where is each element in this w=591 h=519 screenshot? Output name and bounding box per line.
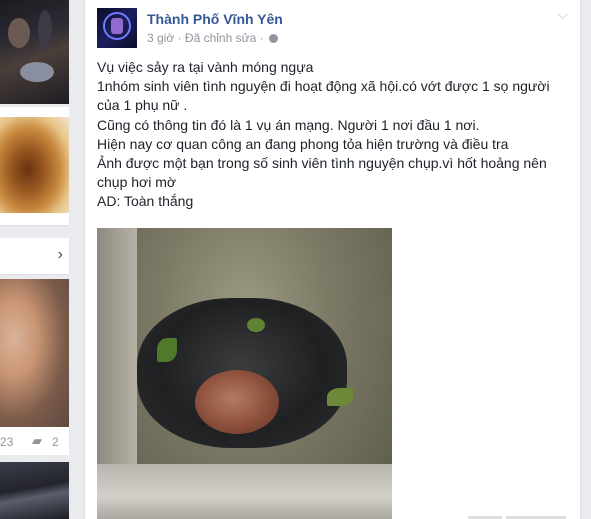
post-line: chụp hơi mờ <box>97 174 177 191</box>
comment-icon: ▰ <box>32 433 42 448</box>
photo-curb <box>97 464 392 519</box>
left-column: › 23 ▰ 2 <box>0 0 75 519</box>
post-line: Vụ việc sảy ra tại vành móng ngựa <box>97 59 314 75</box>
food-image <box>0 117 69 213</box>
post-card: Thành Phố Vĩnh Yên 3 giờ · Đã chỉnh sửa … <box>84 0 581 519</box>
chevron-right-icon[interactable]: › <box>58 246 63 264</box>
post-meta: 3 giờ · Đã chỉnh sửa · <box>147 31 278 45</box>
post-line: Hiện nay cơ quan công an đang phong tỏa … <box>97 135 509 152</box>
comment-count: 2 <box>52 435 59 449</box>
post-line: Ảnh được một bạn trong số sinh viên tình… <box>97 155 547 172</box>
page-avatar[interactable] <box>97 8 137 48</box>
post-line: của 1 phụ nữ . <box>97 97 188 114</box>
edited-label[interactable]: Đã chỉnh sửa <box>185 31 256 45</box>
post-photo[interactable] <box>97 228 392 519</box>
photo-leaf <box>327 388 353 406</box>
photo-object <box>195 370 279 434</box>
meta-separator: · <box>177 31 182 45</box>
food-card[interactable] <box>0 107 69 226</box>
photo-leaf <box>157 338 177 362</box>
section-header: › <box>0 238 69 275</box>
profile-photo[interactable] <box>0 279 69 427</box>
reaction-count: 23 <box>0 435 14 449</box>
logo-glow <box>111 18 123 34</box>
chevron-down-icon[interactable]: ⌵ <box>557 6 568 23</box>
meta-separator-2: · <box>259 31 264 45</box>
page-name[interactable]: Thành Phố Vĩnh Yên <box>147 11 283 27</box>
post-line: AD: Toàn thắng <box>97 193 194 210</box>
crowd-photo[interactable] <box>0 462 69 519</box>
post-line: 1nhóm sinh viên tình nguyện đi hoạt động… <box>97 78 550 95</box>
post-stats: 23 ▰ 2 <box>0 427 69 455</box>
post-text: Vụ việc sảy ra tại vành móng ngựa 1nhóm … <box>97 58 567 212</box>
post-time[interactable]: 3 giờ <box>147 31 174 45</box>
photo-leaf <box>247 318 265 332</box>
post-line: Cũng có thông tin đó là 1 vụ án mạng. Ng… <box>97 116 480 133</box>
globe-icon[interactable] <box>269 34 278 43</box>
feed-photo-thumbnail[interactable] <box>0 0 69 104</box>
